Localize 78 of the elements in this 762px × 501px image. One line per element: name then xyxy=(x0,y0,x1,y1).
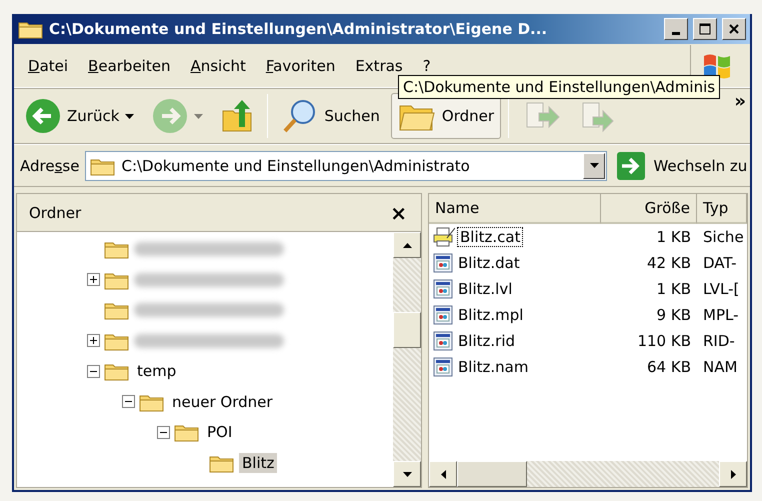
tooltip: C:\Dokumente und Einstellungen\Adminis xyxy=(398,75,720,99)
close-icon xyxy=(728,23,740,35)
column-header[interactable]: Größe xyxy=(601,194,697,224)
caret-icon xyxy=(194,114,204,118)
window-title: C:\Dokumente und Einstellungen\Administrator\Eigene D... xyxy=(49,20,548,38)
menu-item[interactable]: Extras xyxy=(349,56,417,74)
file-type: Siche xyxy=(702,228,745,246)
file-name[interactable]: Blitz.lvl xyxy=(456,280,514,298)
collapse-toggle[interactable] xyxy=(87,364,100,378)
scroll-thumb[interactable] xyxy=(457,461,527,487)
go-button[interactable]: Wechseln zu xyxy=(613,152,750,180)
vertical-scrollbar[interactable] xyxy=(393,232,421,487)
printer-icon xyxy=(433,227,455,247)
scroll-left-button[interactable] xyxy=(429,461,457,487)
file-size: 9 KB xyxy=(656,306,692,324)
file-size: 42 KB xyxy=(646,254,692,272)
pane-title: Ordner xyxy=(29,204,82,222)
file-type: RID- xyxy=(702,332,736,350)
column-header[interactable]: Typ xyxy=(697,194,747,224)
windows-logo-icon xyxy=(702,52,732,80)
file-name[interactable]: Blitz.rid xyxy=(456,332,518,350)
tree-item[interactable]: neuer Ordner xyxy=(169,392,276,412)
program-file-icon xyxy=(433,331,453,351)
file-name[interactable]: Blitz.dat xyxy=(456,254,522,272)
minimize-button[interactable] xyxy=(664,18,688,40)
plus-icon xyxy=(89,275,98,284)
expand-toggle[interactable] xyxy=(87,273,100,286)
program-file-icon xyxy=(433,357,453,377)
caret-icon xyxy=(730,470,736,478)
scroll-thumb[interactable] xyxy=(393,312,421,348)
menu-item[interactable]: Favoriten xyxy=(260,56,350,74)
collapse-toggle[interactable] xyxy=(122,395,135,408)
caret-icon xyxy=(402,242,412,248)
collapse-toggle[interactable] xyxy=(157,426,170,439)
horizontal-scrollbar[interactable] xyxy=(429,461,747,487)
close-button[interactable] xyxy=(722,18,746,40)
file-size: 110 KB xyxy=(636,332,692,350)
file-type: MPL- xyxy=(702,306,740,324)
menu-item[interactable]: Bearbeiten xyxy=(82,56,184,74)
address-label: Adresse xyxy=(20,156,80,174)
minimize-icon xyxy=(672,32,680,34)
caret-icon xyxy=(590,163,599,168)
dropdown-button[interactable] xyxy=(583,152,606,178)
toolbar-overflow-button[interactable]: » xyxy=(734,91,746,112)
maximize-icon xyxy=(699,23,711,35)
file-size: 1 KB xyxy=(656,280,692,298)
program-file-icon xyxy=(433,253,453,273)
caret-icon xyxy=(440,470,446,478)
file-name[interactable]: Blitz.mpl xyxy=(456,306,526,324)
menu-item[interactable]: ? xyxy=(416,56,445,74)
scroll-up-button[interactable] xyxy=(393,232,421,258)
tree-item[interactable]: POI xyxy=(204,422,236,442)
caret-icon xyxy=(125,114,134,118)
file-name[interactable]: Blitz.cat xyxy=(458,228,522,246)
tree-item[interactable]: temp xyxy=(134,361,180,382)
file-type: NAM xyxy=(702,358,738,376)
back-button[interactable]: Zurück xyxy=(18,93,142,139)
program-file-icon xyxy=(433,305,453,325)
menu-item[interactable]: Datei xyxy=(22,56,82,74)
program-file-icon xyxy=(433,279,453,299)
file-name[interactable]: Blitz.nam xyxy=(456,358,530,376)
file-type: DAT- xyxy=(702,254,738,272)
scroll-right-button[interactable] xyxy=(719,461,747,487)
folder-up-icon xyxy=(221,99,254,133)
file-type: LVL-[ xyxy=(702,280,740,298)
file-size: 1 KB xyxy=(656,228,692,246)
maximize-button[interactable] xyxy=(693,18,717,40)
scroll-down-button[interactable] xyxy=(393,461,421,487)
address-field[interactable]: C:\Dokumente und Einstellungen\Administrato xyxy=(85,150,608,180)
column-header[interactable]: Name xyxy=(429,194,601,224)
caret-icon xyxy=(402,472,412,476)
expand-toggle[interactable] xyxy=(87,334,100,348)
plus-icon xyxy=(89,336,98,346)
close-pane-button[interactable]: × xyxy=(386,200,411,224)
file-size: 64 KB xyxy=(646,358,692,376)
search-button[interactable]: Suchen xyxy=(275,93,387,139)
tree-item[interactable]: Blitz xyxy=(239,452,278,473)
menu-item[interactable]: Ansicht xyxy=(184,56,260,74)
